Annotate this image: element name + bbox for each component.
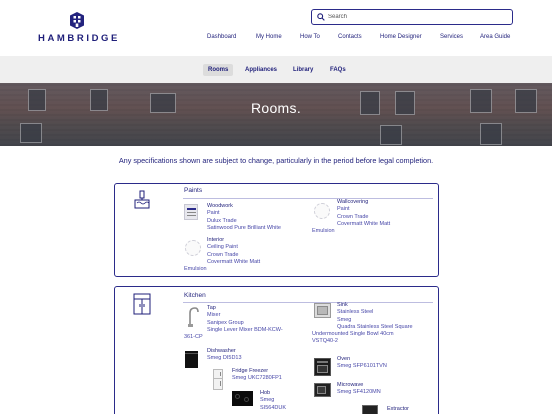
specification-notice: Any specifications shown are subject to …	[118, 156, 434, 165]
interior-item-line4: Emulsion	[184, 266, 207, 272]
microwave-thumbnail[interactable]	[314, 383, 331, 397]
paints-panel: Paints Woodwork Paint Dulux Trade Satinw…	[114, 183, 439, 277]
microwave-item[interactable]: Microwave Smeg SF4120MN	[337, 382, 381, 397]
search-input[interactable]	[328, 11, 508, 23]
woodwork-item[interactable]: Woodwork Paint Dulux Trade Satinwood Pur…	[207, 203, 281, 233]
sub-nav: Rooms Appliances Library FAQs	[0, 56, 552, 83]
wallcovering-item[interactable]: Wallcovering Paint Crown Trade Covermatt…	[337, 199, 390, 229]
search-icon	[317, 13, 325, 21]
tab-appliances[interactable]: Appliances	[240, 64, 282, 76]
kitchen-panel: Kitchen Tap Mixer Sanipex Group Single L…	[114, 286, 439, 414]
oven-thumbnail[interactable]	[314, 358, 331, 376]
sink-item-line4: Undermounted Single Bowl 40cm VSTQ40-2	[312, 331, 394, 345]
interior-thumbnail[interactable]	[185, 240, 201, 256]
tab-rooms[interactable]: Rooms	[203, 64, 234, 76]
tab-faqs[interactable]: FAQs	[325, 64, 351, 76]
main-nav: Dashboard My Home How To Contacts Home D…	[0, 34, 552, 44]
tab-library[interactable]: Library	[288, 64, 318, 76]
nav-my-home[interactable]: My Home	[256, 34, 282, 40]
sink-thumbnail[interactable]	[314, 303, 331, 318]
kitchen-cabinet-icon	[133, 293, 151, 315]
extractor-item[interactable]: Extractor	[387, 406, 409, 413]
wallcovering-item-line4: Emulsion	[312, 228, 335, 234]
hob-item[interactable]: Hob Smeg SI564DUK	[260, 390, 286, 412]
woodwork-thumbnail[interactable]	[184, 204, 198, 220]
search-box[interactable]	[311, 9, 513, 25]
tap-item-line4: 361-CP	[184, 334, 203, 340]
wallcovering-thumbnail[interactable]	[314, 203, 330, 219]
dishwasher-item[interactable]: Dishwasher Smeg DI5D13	[207, 348, 242, 363]
fridge-freezer-item[interactable]: Fridge Freezer Smeg UKC7280FP1	[232, 368, 282, 383]
paint-brush-icon	[134, 190, 150, 209]
paints-title: Paints	[184, 187, 203, 194]
dishwasher-thumbnail[interactable]	[185, 351, 198, 368]
nav-area-guide[interactable]: Area Guide	[480, 34, 510, 40]
tap-thumbnail[interactable]	[186, 306, 200, 328]
nav-services[interactable]: Services	[440, 34, 463, 40]
nav-contacts[interactable]: Contacts	[338, 34, 362, 40]
extractor-thumbnail[interactable]	[362, 405, 378, 414]
fridge-freezer-thumbnail[interactable]	[213, 369, 223, 390]
nav-how-to[interactable]: How To	[300, 34, 320, 40]
site-header: HAMBRIDGE Dashboard My Home How To Conta…	[0, 0, 552, 56]
kitchen-title: Kitchen	[184, 292, 206, 299]
page-title: Rooms.	[250, 100, 302, 116]
nav-home-designer[interactable]: Home Designer	[380, 34, 422, 40]
oven-item[interactable]: Oven Smeg SFP6101TVN	[337, 356, 387, 371]
nav-dashboard[interactable]: Dashboard	[207, 34, 236, 40]
hero-banner: Rooms.	[0, 83, 552, 146]
tap-item[interactable]: Tap Mixer Sanipex Group Single Lever Mix…	[207, 305, 283, 335]
hob-thumbnail[interactable]	[232, 391, 253, 406]
hambridge-logo-icon[interactable]	[70, 12, 84, 29]
sink-item[interactable]: Sink Stainless Steel Smeg Quadra Stainle…	[337, 302, 413, 332]
interior-item[interactable]: Interior Ceiling Paint Crown Trade Cover…	[207, 237, 260, 267]
